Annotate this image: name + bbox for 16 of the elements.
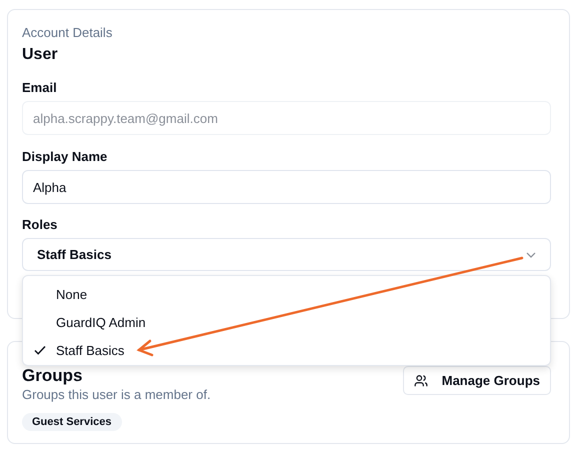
display-name-field[interactable]: Alpha [22, 170, 551, 204]
menu-option[interactable]: None [23, 280, 550, 308]
section-eyebrow: Account Details [22, 25, 114, 40]
chevron-icon [526, 252, 536, 258]
users-icon [414, 374, 428, 388]
menu-option[interactable]: GuardIQ Admin [23, 308, 550, 336]
card-subtitle: Groups this user is a member of. [22, 387, 211, 402]
field-label: Display Name [22, 149, 108, 164]
roles-select[interactable]: Staff Basics [22, 238, 551, 271]
menu-option[interactable]: Staff Basics [23, 336, 550, 364]
card-title: User [22, 46, 59, 64]
field-label: Email [22, 80, 58, 95]
card-title: Groups [22, 366, 84, 386]
manage-groups-button[interactable]: Manage Groups [402, 366, 551, 395]
group-tag: Guest Services [22, 413, 122, 431]
field-label: Roles [22, 217, 58, 232]
